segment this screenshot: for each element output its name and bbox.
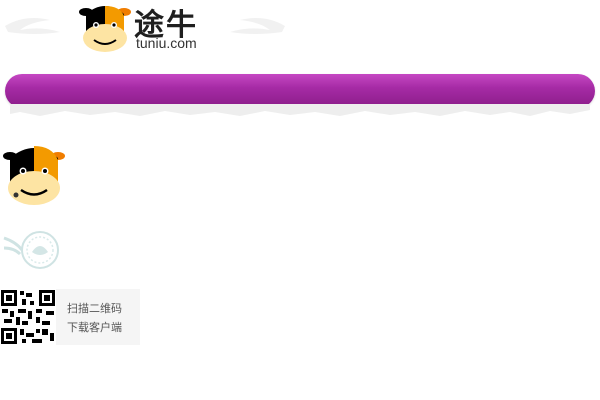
qr-caption-line-2: 下载客户端: [67, 321, 122, 334]
stamp-seal-icon: [3, 231, 59, 269]
tuniu-cow-logo-icon: [79, 6, 131, 52]
decorative-swirl-left: [5, 18, 60, 34]
qr-download-box[interactable]: 扫描二维码 下载客户端: [0, 289, 140, 345]
decorative-swirl-right: [230, 18, 285, 34]
logo-domain: tuniu.com: [136, 35, 197, 51]
qr-code-icon: [0, 289, 56, 345]
qr-caption: 扫描二维码 下载客户端: [67, 299, 122, 337]
mascot-cow-icon: [3, 146, 65, 205]
header: 途牛 tuniu.com: [0, 0, 600, 70]
qr-caption-line-1: 扫描二维码: [67, 302, 122, 315]
torn-paper-edge: [10, 104, 590, 116]
purple-banner-bar: [5, 74, 595, 108]
tuniu-logo[interactable]: 途牛 tuniu.com: [78, 0, 218, 56]
